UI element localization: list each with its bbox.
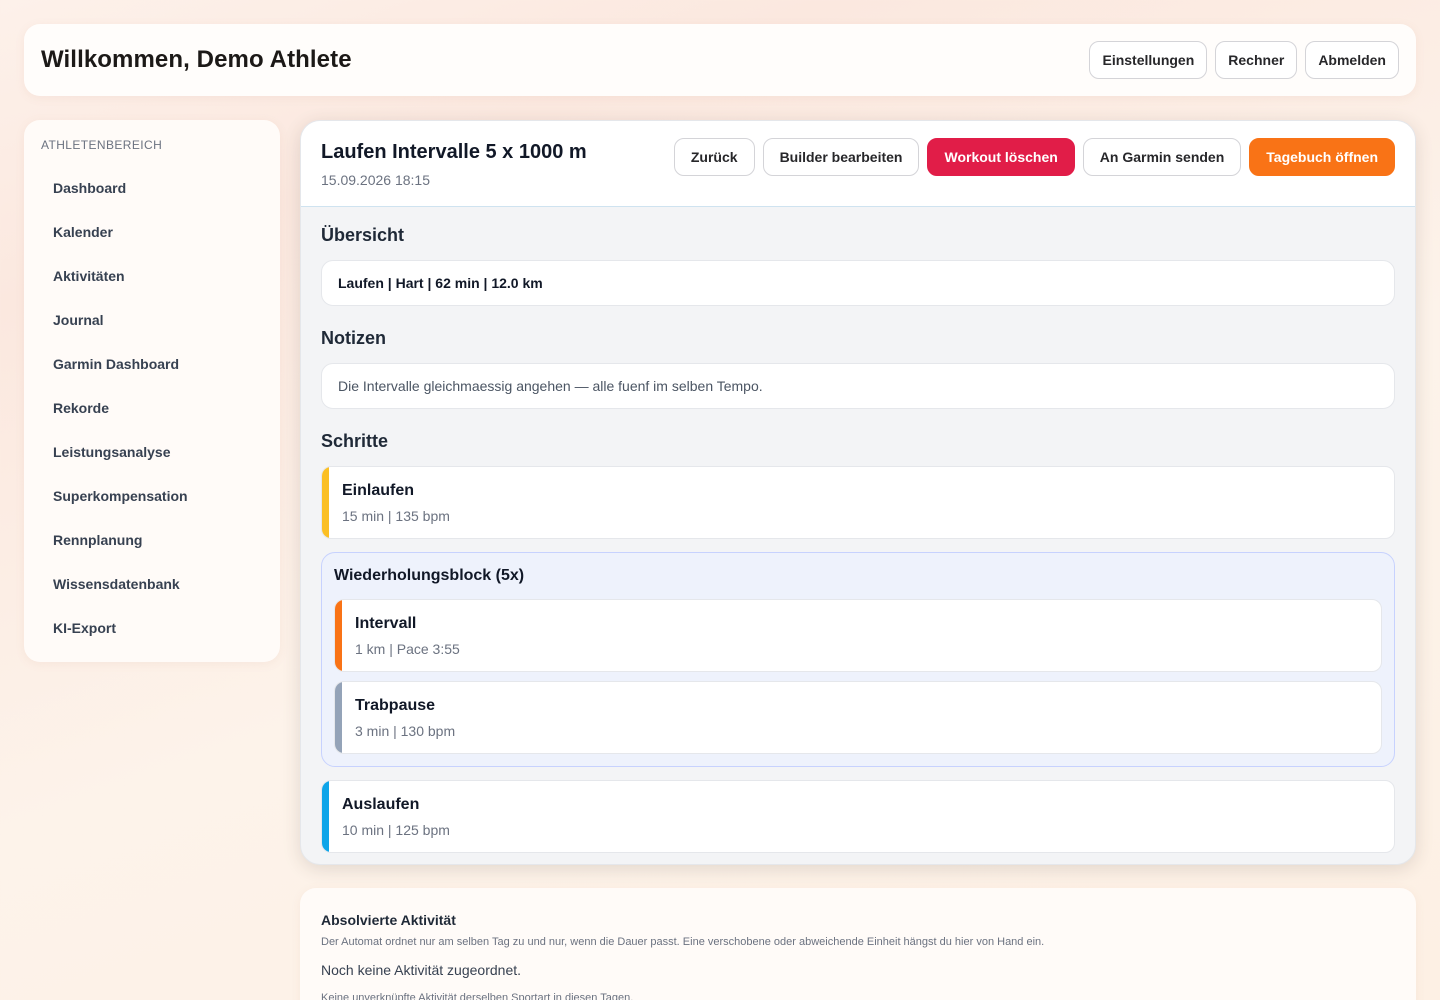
notes-heading: Notizen xyxy=(321,328,386,348)
settings-button[interactable]: Einstellungen xyxy=(1089,41,1208,79)
overview-card: Laufen | Hart | 62 min | 12.0 km xyxy=(321,260,1395,306)
step-warmup: Einlaufen 15 min | 135 bpm xyxy=(321,466,1395,539)
sidebar-item-rekorde[interactable]: Rekorde xyxy=(41,386,263,430)
sidebar-item-kalender[interactable]: Kalender xyxy=(41,210,263,254)
step-name: Einlaufen xyxy=(342,482,415,499)
overview-heading: Übersicht xyxy=(321,225,405,245)
sidebar-item-rennplanung[interactable]: Rennplanung xyxy=(41,518,263,562)
sidebar-item-ki-export[interactable]: KI-Export xyxy=(41,606,263,650)
sidebar-menu: Dashboard Kalender Aktivitäten Journal G… xyxy=(41,166,263,650)
completed-activity-card: Absolvierte Aktivität Der Automat ordnet… xyxy=(300,888,1416,1000)
no-unlinked-activity-hint: Keine unverknüpfte Aktivität derselben S… xyxy=(321,992,634,1000)
no-activity-text: Noch keine Aktivität zugeordnet. xyxy=(321,962,522,978)
back-button[interactable]: Zurück xyxy=(673,138,755,176)
step-meta: 3 min | 130 bpm xyxy=(355,723,456,739)
sidebar-item-journal[interactable]: Journal xyxy=(41,298,263,342)
top-bar: Willkommen, Demo Athlete Einstellungen R… xyxy=(24,24,1416,96)
step-interval: Intervall 1 km | Pace 3:55 xyxy=(334,599,1382,672)
sidebar-item-wissensdatenbank[interactable]: Wissensdatenbank xyxy=(41,562,263,606)
step-name: Trabpause xyxy=(355,697,436,714)
step-meta: 1 km | Pace 3:55 xyxy=(355,641,460,657)
workout-header: Laufen Intervalle 5 x 1000 m 15.09.2026 … xyxy=(301,121,1415,207)
completed-activity-description: Der Automat ordnet nur am selben Tag zu … xyxy=(321,936,1045,948)
workout-detail-panel: Laufen Intervalle 5 x 1000 m 15.09.2026 … xyxy=(300,120,1416,865)
step-cooldown: Auslaufen 10 min | 125 bpm xyxy=(321,780,1395,853)
repeat-block-title: Wiederholungsblock (5x) xyxy=(334,567,525,584)
send-to-garmin-button[interactable]: An Garmin senden xyxy=(1082,138,1242,176)
delete-workout-button[interactable]: Workout löschen xyxy=(927,138,1075,176)
step-name: Intervall xyxy=(355,615,417,632)
sidebar-section-label: ATHLETENBEREICH xyxy=(41,138,163,152)
logout-button[interactable]: Abmelden xyxy=(1305,41,1399,79)
step-name: Auslaufen xyxy=(342,796,420,813)
workout-body: Übersicht Laufen | Hart | 62 min | 12.0 … xyxy=(301,207,1415,853)
sidebar-item-leistungsanalyse[interactable]: Leistungsanalyse xyxy=(41,430,263,474)
step-recovery-jog: Trabpause 3 min | 130 bpm xyxy=(334,681,1382,754)
sidebar-item-aktivitaeten[interactable]: Aktivitäten xyxy=(41,254,263,298)
workout-heading: Laufen Intervalle 5 x 1000 m 15.09.2026 … xyxy=(321,141,587,188)
welcome-title: Willkommen, Demo Athlete xyxy=(41,46,352,73)
top-actions: Einstellungen Rechner Abmelden xyxy=(1089,41,1399,79)
sidebar-item-dashboard[interactable]: Dashboard xyxy=(41,166,263,210)
step-meta: 10 min | 125 bpm xyxy=(342,822,450,838)
calculator-button[interactable]: Rechner xyxy=(1215,41,1298,79)
workout-actions: Zurück Builder bearbeiten Workout lösche… xyxy=(673,138,1395,176)
open-journal-button[interactable]: Tagebuch öffnen xyxy=(1249,138,1395,176)
steps-heading: Schritte xyxy=(321,431,389,451)
sidebar-item-superkompensation[interactable]: Superkompensation xyxy=(41,474,263,518)
sidebar: ATHLETENBEREICH Dashboard Kalender Aktiv… xyxy=(24,120,280,662)
step-meta: 15 min | 135 bpm xyxy=(342,508,450,524)
workout-date: 15.09.2026 18:15 xyxy=(321,172,430,188)
edit-builder-button[interactable]: Builder bearbeiten xyxy=(762,138,920,176)
repeat-block: Wiederholungsblock (5x) Intervall 1 km |… xyxy=(321,552,1395,767)
notes-card: Die Intervalle gleichmaessig angehen — a… xyxy=(321,363,1395,409)
sidebar-item-garmin-dashboard[interactable]: Garmin Dashboard xyxy=(41,342,263,386)
completed-activity-title: Absolvierte Aktivität xyxy=(321,912,456,928)
workout-title: Laufen Intervalle 5 x 1000 m xyxy=(321,141,587,163)
